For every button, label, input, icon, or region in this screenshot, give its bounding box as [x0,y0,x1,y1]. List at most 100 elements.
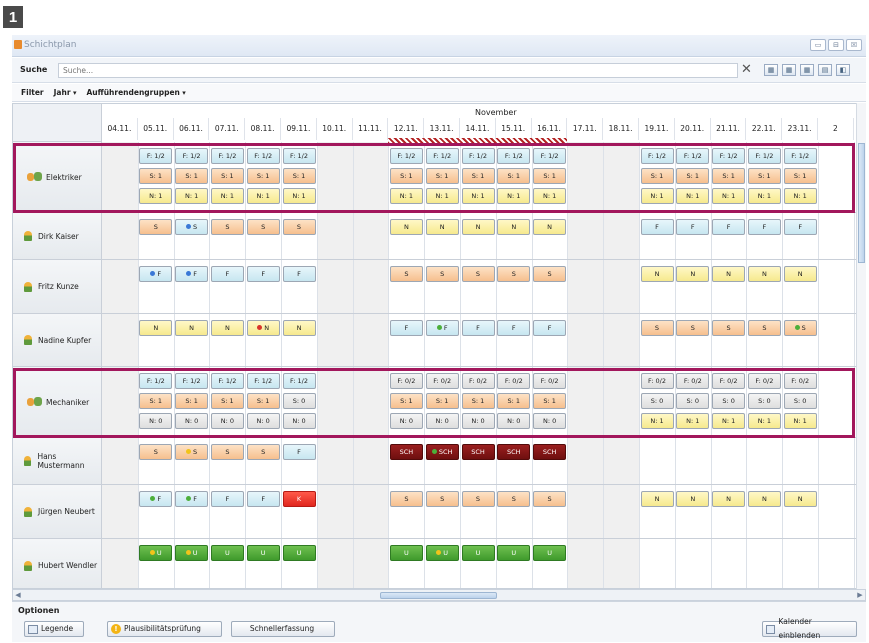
shift-cell[interactable]: N [712,266,746,282]
shift-cell[interactable]: N [175,320,209,336]
shift-cell[interactable]: F [175,491,209,507]
shift-cell[interactable]: N [139,320,173,336]
shift-cell[interactable]: S [533,491,567,507]
shift-cell[interactable]: S [461,266,495,282]
shift-cell[interactable]: N [246,320,280,336]
shift-cell[interactable]: S [282,219,316,235]
row-label-person[interactable]: Hans Mustermann [13,438,102,485]
shift-cell[interactable]: S [246,444,280,460]
shift-cell[interactable]: U [461,545,495,561]
day-header[interactable]: 16.11. [532,118,568,140]
day-header[interactable]: 20.11. [675,118,711,140]
day-header[interactable]: 18.11. [603,118,639,140]
shift-cell[interactable]: N [783,491,817,507]
shift-cell[interactable]: U [139,545,173,561]
shift-cell[interactable]: F [497,320,531,336]
shift-cell[interactable]: SCH [389,444,423,460]
row-label-person[interactable]: Jürgen Neubert [13,485,102,539]
shift-cell[interactable]: S [497,266,531,282]
plausibility-check-button[interactable]: ! Plausibilitätsprüfung [107,621,222,637]
shift-cell[interactable]: S [425,266,459,282]
clear-search-icon[interactable]: ✕ [741,62,752,77]
shift-cell[interactable]: N [676,266,710,282]
shift-cell[interactable]: S [210,219,244,235]
row-label-person[interactable]: Hubert Wendler [13,539,102,588]
shift-cell[interactable]: F [210,491,244,507]
quick-entry-button[interactable]: Schnellerfassung [231,621,335,637]
shift-cell[interactable]: S [139,219,173,235]
shift-cell[interactable]: F [246,491,280,507]
shift-cell[interactable]: N [533,219,567,235]
shift-cell[interactable]: S [497,491,531,507]
shift-cell[interactable]: N [783,266,817,282]
shift-cell[interactable]: N [389,219,423,235]
shift-cell[interactable]: S [175,219,209,235]
shift-cell[interactable]: N [712,491,746,507]
day-header[interactable]: 13.11. [424,118,460,140]
shift-cell[interactable]: S [640,320,674,336]
grid-view-icon[interactable]: ▦ [764,64,778,76]
day-header[interactable]: 09.11. [281,118,317,140]
shift-cell[interactable]: N [676,491,710,507]
day-header[interactable]: 05.11. [138,118,174,140]
shift-cell[interactable]: F [712,219,746,235]
shift-cell[interactable]: S [246,219,280,235]
shift-cell[interactable]: S [210,444,244,460]
day-header[interactable]: 14.11. [460,118,496,140]
shift-cell[interactable]: S [139,444,173,460]
shift-cell[interactable]: F [783,219,817,235]
shift-cell[interactable]: N [282,320,316,336]
search-input[interactable] [58,63,738,78]
shift-cell[interactable]: N [425,219,459,235]
shift-cell[interactable]: U [210,545,244,561]
minimize-button[interactable]: ▭ [810,39,826,51]
day-header[interactable]: 17.11. [567,118,604,140]
shift-cell[interactable]: U [425,545,459,561]
row-label-person[interactable]: Dirk Kaiser [13,213,102,260]
shift-cell[interactable]: S [461,491,495,507]
vertical-scrollbar[interactable] [856,103,866,589]
horizontal-scroll-thumb[interactable] [380,592,497,599]
shift-cell[interactable]: N [461,219,495,235]
day-header[interactable]: 06.11. [174,118,210,140]
shift-cell[interactable]: N [747,491,781,507]
table-view-icon[interactable]: ▦ [800,64,814,76]
shift-cell[interactable]: S [747,320,781,336]
horizontal-scrollbar[interactable]: ◀ ▶ [12,589,866,601]
day-header[interactable]: 21.11. [711,118,747,140]
shift-cell[interactable]: F [461,320,495,336]
day-header[interactable]: 08.11. [245,118,281,140]
shift-cell[interactable]: S [676,320,710,336]
year-dropdown[interactable]: Jahr [54,88,77,97]
shift-cell[interactable]: U [533,545,567,561]
shift-cell[interactable]: S [425,491,459,507]
day-header[interactable]: 11.11. [353,118,389,140]
row-label-person[interactable]: Fritz Kunze [13,260,102,314]
shift-cell[interactable]: N [640,491,674,507]
shift-cell[interactable]: U [497,545,531,561]
day-header[interactable]: 04.11. [102,118,138,140]
shift-cell[interactable]: S [389,266,423,282]
legend-button[interactable]: Legende [24,621,84,637]
shift-cell[interactable]: F [246,266,280,282]
scroll-left-icon[interactable]: ◀ [13,590,23,600]
shift-cell[interactable]: U [282,545,316,561]
shift-cell[interactable]: F [747,219,781,235]
vertical-scroll-thumb[interactable] [858,143,865,263]
page-icon[interactable]: ▤ [818,64,832,76]
show-calendar-button[interactable]: Kalender einblenden [762,617,857,640]
day-header[interactable]: 15.11. [496,118,532,140]
groups-dropdown[interactable]: Aufführendengruppen [86,88,185,97]
shift-cell[interactable]: S [389,491,423,507]
day-header[interactable]: 07.11. [209,118,246,140]
row-label-person[interactable]: Nadine Kupfer [13,314,102,367]
shift-cell[interactable]: S [712,320,746,336]
shift-cell[interactable]: S [533,266,567,282]
export-icon[interactable]: ◧ [836,64,850,76]
group-view-icon[interactable]: ▦ [782,64,796,76]
shift-cell[interactable]: N [210,320,244,336]
shift-cell[interactable]: F [533,320,567,336]
shift-cell[interactable]: SCH [497,444,531,460]
day-header[interactable]: 2 [818,118,854,140]
shift-cell[interactable]: F [676,219,710,235]
